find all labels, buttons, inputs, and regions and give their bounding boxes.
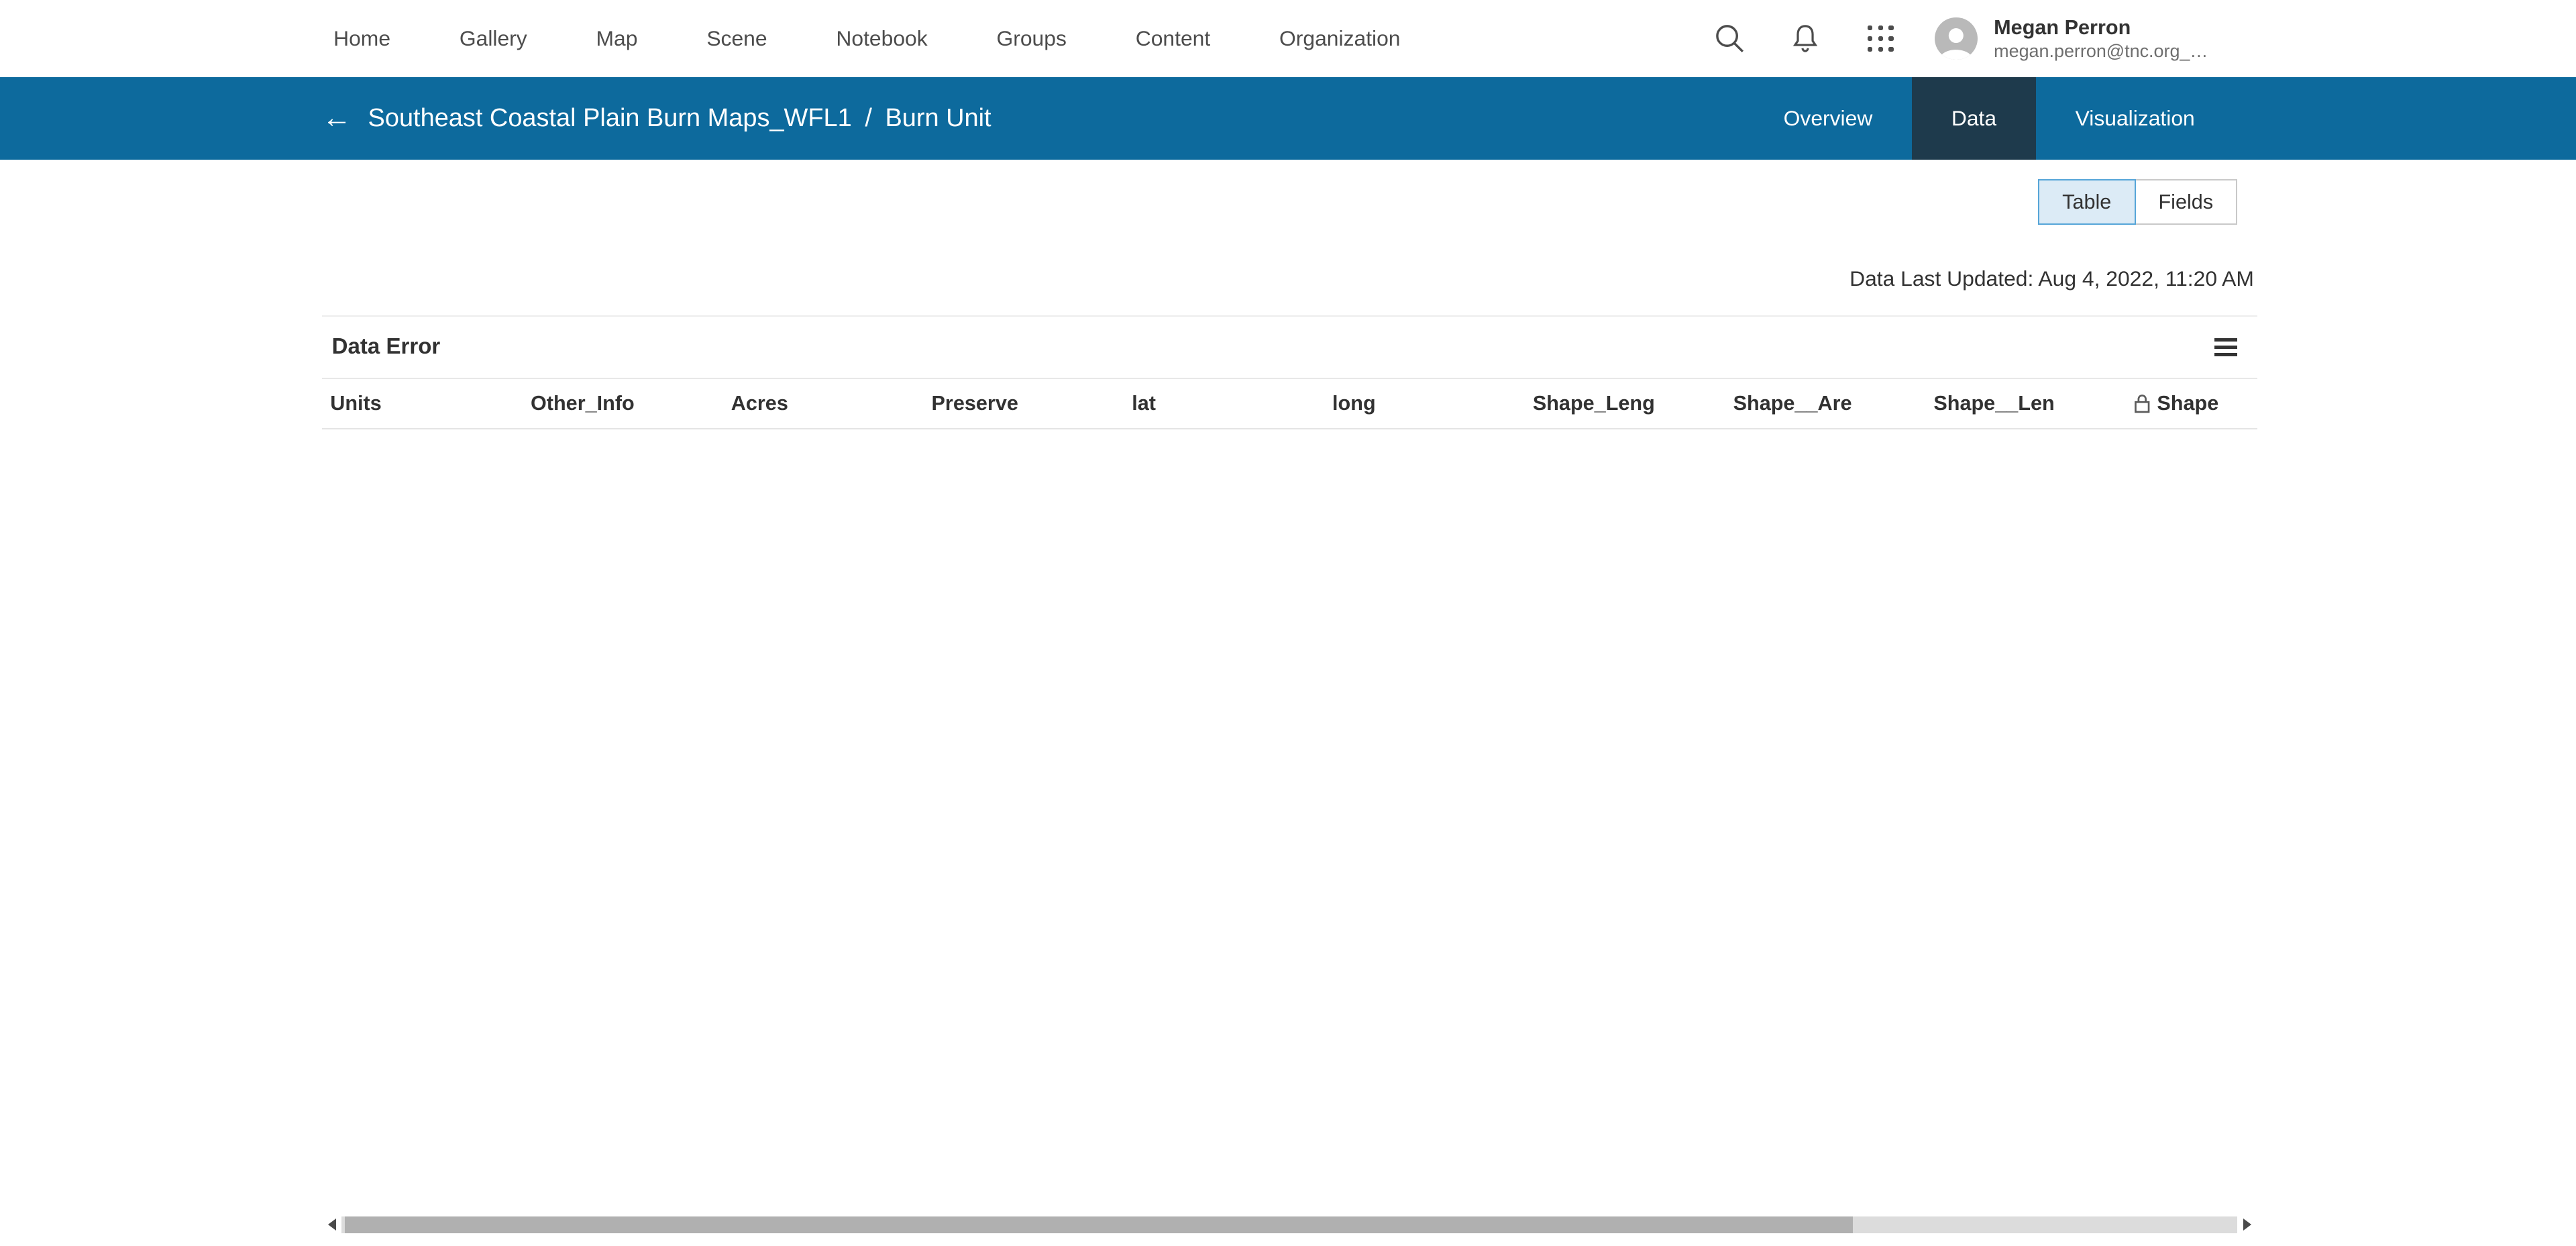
- breadcrumb: ← Southeast Coastal Plain Burn Maps_WFL1…: [0, 77, 991, 159]
- data-toolbar: Table Fields: [0, 160, 2576, 245]
- lock-icon: [2134, 394, 2150, 413]
- data-last-updated: Data Last Updated: Aug 4, 2022, 11:20 AM: [0, 266, 2576, 296]
- breadcrumb-current: Burn Unit: [885, 104, 991, 133]
- nav-item-notebook[interactable]: Notebook: [836, 26, 927, 51]
- column-header-acres[interactable]: Acres: [731, 392, 932, 415]
- table-fields-toggle: Table Fields: [2038, 179, 2238, 225]
- column-header-shape[interactable]: Shape: [2134, 392, 2257, 415]
- app-launcher-icon[interactable]: [1853, 11, 1909, 66]
- search-icon[interactable]: [1701, 11, 1757, 66]
- table-body-empty: [322, 429, 2257, 1215]
- item-tabs: Overview Data Visualization: [1744, 77, 2576, 159]
- nav-item-groups[interactable]: Groups: [997, 26, 1067, 51]
- column-header-row: Units Other_Info Acres Preserve lat long…: [322, 379, 2257, 429]
- scroll-left-arrow-icon[interactable]: [322, 1215, 341, 1235]
- scroll-right-arrow-icon[interactable]: [2237, 1215, 2257, 1235]
- column-header-preserve[interactable]: Preserve: [932, 392, 1132, 415]
- user-email: megan.perron@tnc.org_…: [1994, 40, 2208, 63]
- scrollbar-thumb[interactable]: [345, 1216, 1853, 1233]
- horizontal-scrollbar[interactable]: [322, 1215, 2257, 1235]
- nav-item-scene[interactable]: Scene: [706, 26, 767, 51]
- data-table-card: Data Error Units Other_Info Acres Preser…: [322, 315, 2257, 1235]
- column-header-shape-label: Shape: [2157, 392, 2218, 415]
- user-menu[interactable]: Megan Perron megan.perron@tnc.org_…: [1994, 15, 2208, 63]
- top-nav: Home Gallery Map Scene Notebook Groups C…: [0, 0, 2576, 77]
- tab-overview[interactable]: Overview: [1744, 77, 1912, 159]
- nav-right-cluster: Megan Perron megan.perron@tnc.org_…: [1682, 11, 2576, 66]
- nav-item-content[interactable]: Content: [1136, 26, 1210, 51]
- avatar[interactable]: [1935, 17, 1978, 60]
- table-options-menu-icon[interactable]: [2214, 338, 2237, 356]
- nav-item-organization[interactable]: Organization: [1279, 26, 1400, 51]
- back-arrow-icon[interactable]: ←: [322, 103, 352, 133]
- column-header-other-info[interactable]: Other_Info: [531, 392, 731, 415]
- column-header-long[interactable]: long: [1332, 392, 1533, 415]
- user-name: Megan Perron: [1994, 15, 2208, 40]
- page: Home Gallery Map Scene Notebook Groups C…: [0, 0, 2576, 1245]
- primary-nav: Home Gallery Map Scene Notebook Groups C…: [333, 26, 1400, 51]
- table-status-title: Data Error: [332, 334, 441, 360]
- column-header-shape-are[interactable]: Shape__Are: [1733, 392, 1934, 415]
- scrollbar-track[interactable]: [341, 1216, 2237, 1233]
- breadcrumb-separator: /: [865, 104, 872, 133]
- tab-visualization[interactable]: Visualization: [2036, 77, 2235, 159]
- column-header-shape-leng[interactable]: Shape_Leng: [1533, 392, 1733, 415]
- column-header-units[interactable]: Units: [330, 392, 531, 415]
- breadcrumb-parent[interactable]: Southeast Coastal Plain Burn Maps_WFL1: [368, 104, 852, 133]
- column-header-shape-len[interactable]: Shape__Len: [1933, 392, 2134, 415]
- item-title: Southeast Coastal Plain Burn Maps_WFL1 /…: [368, 104, 991, 133]
- column-header-lat[interactable]: lat: [1132, 392, 1332, 415]
- nav-item-home[interactable]: Home: [333, 26, 390, 51]
- table-header-row: Data Error: [322, 317, 2257, 379]
- nav-item-gallery[interactable]: Gallery: [460, 26, 527, 51]
- item-header-bar: ← Southeast Coastal Plain Burn Maps_WFL1…: [0, 77, 2576, 159]
- toggle-table-button[interactable]: Table: [2038, 179, 2136, 225]
- toggle-fields-button[interactable]: Fields: [2134, 179, 2237, 225]
- nav-item-map[interactable]: Map: [596, 26, 638, 51]
- notifications-bell-icon[interactable]: [1777, 11, 1833, 66]
- tab-data[interactable]: Data: [1912, 77, 2036, 159]
